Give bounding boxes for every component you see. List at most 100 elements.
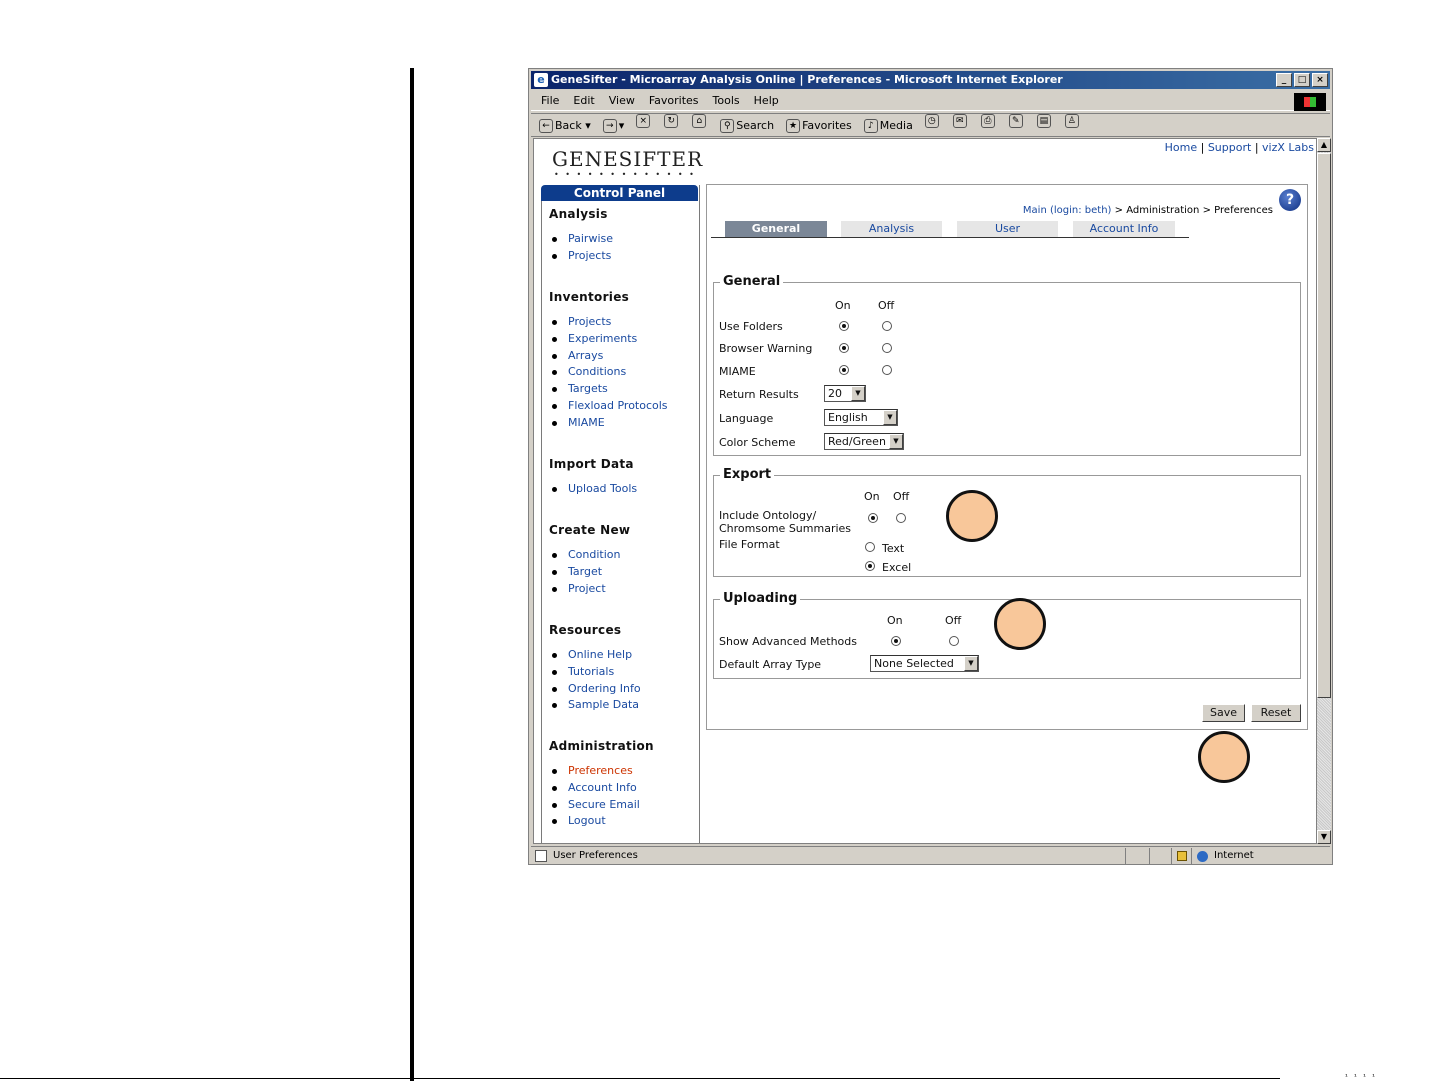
show-advanced-on-radio[interactable] <box>891 636 901 646</box>
minimize-button[interactable]: _ <box>1276 73 1292 87</box>
support-link[interactable]: Support <box>1208 141 1251 154</box>
include-ontology-off-radio[interactable] <box>896 513 906 523</box>
page-icon <box>535 850 547 862</box>
nav-logout[interactable]: Logout <box>550 813 640 830</box>
nav-account-info[interactable]: Account Info <box>550 780 640 797</box>
stop-icon[interactable]: × <box>636 114 651 128</box>
refresh-icon[interactable]: ↻ <box>664 114 679 128</box>
menu-view[interactable]: View <box>609 91 635 110</box>
menu-help[interactable]: Help <box>754 91 779 110</box>
nav-flexload-protocols[interactable]: Flexload Protocols <box>550 398 668 415</box>
nav-arrays[interactable]: Arrays <box>550 348 668 365</box>
nav-online-help[interactable]: Online Help <box>550 647 641 664</box>
ie-logo-icon: e <box>534 73 548 87</box>
uploading-legend: Uploading <box>720 591 801 606</box>
file-format-excel-radio[interactable] <box>865 561 875 571</box>
control-panel-sidebar: Control Panel Analysis Pairwise Projects… <box>541 185 700 843</box>
nav-projects[interactable]: Projects <box>550 314 668 331</box>
help-icon[interactable]: ? <box>1279 189 1301 211</box>
lock-icon <box>1177 851 1187 861</box>
color-scheme-select[interactable]: Red/Green ▼ <box>824 433 904 450</box>
vizx-labs-link[interactable]: vizX Labs <box>1262 141 1314 154</box>
top-links: Home | Support | vizX Labs <box>1164 141 1314 154</box>
export-off-header: Off <box>893 490 910 503</box>
discuss-icon[interactable]: ▤ <box>1036 114 1051 128</box>
page-bottom-rule <box>0 1078 1280 1079</box>
tab-general[interactable]: General <box>725 221 827 237</box>
edit-icon[interactable]: ✎ <box>1008 114 1023 128</box>
nav-tutorials[interactable]: Tutorials <box>550 664 641 681</box>
chevron-down-icon: ▼ <box>964 656 978 671</box>
nav-conditions[interactable]: Conditions <box>550 364 668 381</box>
search-button[interactable]: ⚲ Search <box>720 114 774 136</box>
nav-new-project[interactable]: Project <box>550 581 621 598</box>
show-advanced-off-radio[interactable] <box>949 636 959 646</box>
chevron-down-icon: ▼ <box>883 410 897 425</box>
nav-pairwise[interactable]: Pairwise <box>550 231 613 248</box>
menu-edit[interactable]: Edit <box>573 91 594 110</box>
media-button[interactable]: ♪ Media <box>863 114 913 136</box>
scroll-thumb[interactable] <box>1317 153 1331 698</box>
window-title: GeneSifter - Microarray Analysis Online … <box>551 73 1063 86</box>
nav-experiments[interactable]: Experiments <box>550 331 668 348</box>
breadcrumb-current: Preferences <box>1214 205 1273 216</box>
menu-file[interactable]: File <box>541 91 559 110</box>
mail-icon[interactable]: ✉ <box>952 114 967 128</box>
menu-tools[interactable]: Tools <box>713 91 740 110</box>
use-folders-on-radio[interactable] <box>839 321 849 331</box>
chevron-down-icon: ▼ <box>889 434 903 449</box>
search-icon: ⚲ <box>720 119 735 133</box>
uploading-on-header: On <box>887 614 903 627</box>
file-format-text-radio[interactable] <box>865 542 875 552</box>
browser-warning-on-radio[interactable] <box>839 343 849 353</box>
messenger-icon[interactable]: ♙ <box>1064 114 1079 128</box>
use-folders-off-radio[interactable] <box>882 321 892 331</box>
nav-new-condition[interactable]: Condition <box>550 547 621 564</box>
return-results-select[interactable]: 20 ▼ <box>824 385 866 402</box>
default-array-select[interactable]: None Selected ▼ <box>870 655 979 672</box>
chevron-down-icon: ▼ <box>851 386 865 401</box>
media-icon: ♪ <box>863 119 878 133</box>
home-icon[interactable]: ⌂ <box>692 114 707 128</box>
favorites-button[interactable]: ★ Favorites <box>786 114 852 136</box>
tab-user[interactable]: User <box>957 221 1058 237</box>
nav-upload-tools[interactable]: Upload Tools <box>550 481 637 498</box>
back-button[interactable]: ← Back ▾ <box>539 114 591 136</box>
nav-secure-email[interactable]: Secure Email <box>550 797 640 814</box>
menu-favorites[interactable]: Favorites <box>649 91 699 110</box>
forward-button[interactable]: → ▾ <box>602 114 624 136</box>
close-button[interactable]: × <box>1312 73 1328 87</box>
miame-on-radio[interactable] <box>839 365 849 375</box>
tab-analysis[interactable]: Analysis <box>841 221 942 237</box>
nav-analysis-projects[interactable]: Projects <box>550 248 613 265</box>
nav-miame[interactable]: MIAME <box>550 415 668 432</box>
language-select[interactable]: English ▼ <box>824 409 898 426</box>
reset-button[interactable]: Reset <box>1251 704 1301 722</box>
save-button[interactable]: Save <box>1202 704 1245 722</box>
tab-account-info[interactable]: Account Info <box>1073 221 1175 237</box>
include-ontology-on-radio[interactable] <box>868 513 878 523</box>
globe-icon <box>1197 851 1208 862</box>
status-text: User Preferences <box>553 850 638 861</box>
administration-nav: Preferences Account Info Secure Email Lo… <box>550 763 640 830</box>
nav-preferences[interactable]: Preferences <box>550 763 640 780</box>
scroll-up-icon[interactable]: ▲ <box>1317 138 1331 152</box>
nav-new-target[interactable]: Target <box>550 564 621 581</box>
preferences-panel: ? Main (login: beth) > Administration > … <box>706 184 1308 730</box>
scroll-down-icon[interactable]: ▼ <box>1317 830 1331 844</box>
vertical-scrollbar[interactable]: ▲ ▼ <box>1317 138 1331 844</box>
nav-sample-data[interactable]: Sample Data <box>550 697 641 714</box>
page-viewport: GENESIFTER • • • • • • • • • • • • • Hom… <box>533 138 1317 844</box>
history-icon[interactable]: ◷ <box>924 114 939 128</box>
title-bar: e GeneSifter - Microarray Analysis Onlin… <box>531 71 1330 89</box>
miame-off-radio[interactable] <box>882 365 892 375</box>
nav-targets[interactable]: Targets <box>550 381 668 398</box>
nav-ordering-info[interactable]: Ordering Info <box>550 681 641 698</box>
maximize-button[interactable]: □ <box>1294 73 1310 87</box>
browser-warning-off-radio[interactable] <box>882 343 892 353</box>
breadcrumb-main[interactable]: Main (login: beth) <box>1023 205 1112 216</box>
import-data-nav: Upload Tools <box>550 481 637 498</box>
home-link[interactable]: Home <box>1165 141 1197 154</box>
section-resources: Resources <box>549 623 622 637</box>
print-icon[interactable]: ⎙ <box>980 114 995 128</box>
